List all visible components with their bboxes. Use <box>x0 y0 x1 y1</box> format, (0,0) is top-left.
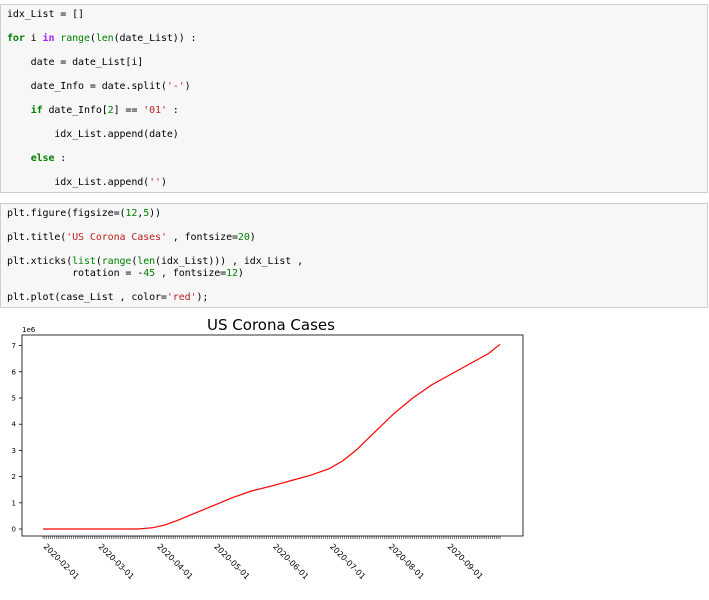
code-cell-plot[interactable]: plt.figure(figsize=(12,5)) plt.title('US … <box>0 203 708 308</box>
code-token: , fontsize= <box>166 232 238 243</box>
code-token: range <box>101 256 132 267</box>
x-axis <box>42 536 501 539</box>
code-token: ) <box>184 81 191 92</box>
code-line: if date_Info[2] == '01' : <box>7 104 179 117</box>
code-token: len <box>95 33 114 44</box>
x-tick-label: 2020-04-01 <box>155 542 194 581</box>
x-tick-label: 2020-03-01 <box>97 542 136 581</box>
code-token: idx_List = [] <box>7 9 84 20</box>
code-token: : <box>54 153 67 164</box>
code-token: list <box>72 256 96 267</box>
code-token: 12 <box>125 208 138 219</box>
code-token: (idx_List))) , idx_List , <box>155 256 304 267</box>
plot-area <box>21 334 524 537</box>
code-token: plt.figure(figsize=( <box>7 208 126 219</box>
code-line: date = date_List[i] <box>7 56 144 69</box>
y-tick-label: 1 <box>12 499 16 507</box>
x-tick-label: 2020-05-01 <box>212 542 251 581</box>
code-line: for i in range(len(date_List)) : <box>7 32 197 45</box>
code-token: date_Info[ <box>42 105 108 116</box>
code-token: date = date_List[i] <box>7 57 144 68</box>
code-token: for <box>7 33 25 44</box>
code-token: rotation = - <box>7 268 144 279</box>
x-tick-label: 2020-07-01 <box>328 542 367 581</box>
code-token: ) <box>237 268 244 279</box>
line-chart: US Corona Cases 1e6 01234567 2020-02-01 2… <box>12 316 524 581</box>
code-token: plt.title( <box>7 232 67 243</box>
x-tick-label: 2020-02-01 <box>42 542 81 581</box>
y-tick-label: 7 <box>12 342 16 350</box>
y-tick-label: 4 <box>12 421 17 429</box>
code-token: range <box>60 33 90 44</box>
code-token: plt.xticks( <box>7 256 73 267</box>
code-line: rotation = -45 , fontsize=12) <box>7 267 244 280</box>
code-token: ); <box>196 292 209 303</box>
code-token: else <box>30 153 55 164</box>
code-token: ) <box>249 232 256 243</box>
chart-title: US Corona Cases <box>207 316 335 334</box>
code-token: )) <box>149 208 161 219</box>
code-token: , fontsize= <box>155 268 227 279</box>
code-token: plt.plot(case_List , color= <box>7 292 167 303</box>
code-token: : <box>166 105 179 116</box>
y-tick-label: 2 <box>12 473 16 481</box>
code-token: '-' <box>166 81 185 92</box>
code-line: plt.figure(figsize=(12,5)) <box>7 207 161 220</box>
y-axis: 0 1 2 3 4 5 6 7 <box>12 342 22 534</box>
y-axis-offset-text: 1e6 <box>22 326 36 334</box>
code-token: in <box>42 33 55 44</box>
code-line: else : <box>7 152 67 165</box>
x-tick-label: 2020-09-01 <box>445 542 484 581</box>
y-tick-label: 6 <box>12 368 17 376</box>
code-token: if <box>30 105 43 116</box>
code-token: idx_List.append(date) <box>7 129 179 140</box>
code-token: 12 <box>226 268 238 279</box>
code-token: '01' <box>143 105 167 116</box>
code-line: plt.title('US Corona Cases' , fontsize=2… <box>7 231 256 244</box>
code-token: 'red' <box>166 292 197 303</box>
code-token: idx_List.append( <box>7 177 150 188</box>
y-tick-label: 0 <box>12 526 16 534</box>
x-tick-label: 2020-08-01 <box>387 542 426 581</box>
code-line: idx_List.append('') <box>7 176 167 189</box>
code-token: len <box>137 256 156 267</box>
code-token: 'US Corona Cases' <box>66 232 167 243</box>
code-token: 45 <box>143 268 156 279</box>
y-tick-label: 5 <box>12 395 16 403</box>
code-token: (date_List)) : <box>113 33 197 44</box>
code-line: date_Info = date.split('-') <box>7 80 191 93</box>
code-token: ) <box>160 177 167 188</box>
code-cell-loop[interactable]: idx_List = [] for i in range(len(date_Lis… <box>0 4 708 193</box>
y-tick-label: 3 <box>12 447 16 455</box>
code-token: date_Info = date.split( <box>7 81 167 92</box>
code-line: idx_List = [] <box>7 8 84 21</box>
code-line: idx_List.append(date) <box>7 128 179 141</box>
code-token: i <box>24 33 43 44</box>
code-token: '' <box>149 177 161 188</box>
x-axis-labels: 2020-02-01 2020-03-01 2020-04-01 2020-05-01… <box>42 542 485 581</box>
code-line: plt.plot(case_List , color='red'); <box>7 291 208 304</box>
code-token: 20 <box>237 232 250 243</box>
x-tick-label: 2020-06-01 <box>271 542 310 581</box>
code-token: ] == <box>113 105 144 116</box>
